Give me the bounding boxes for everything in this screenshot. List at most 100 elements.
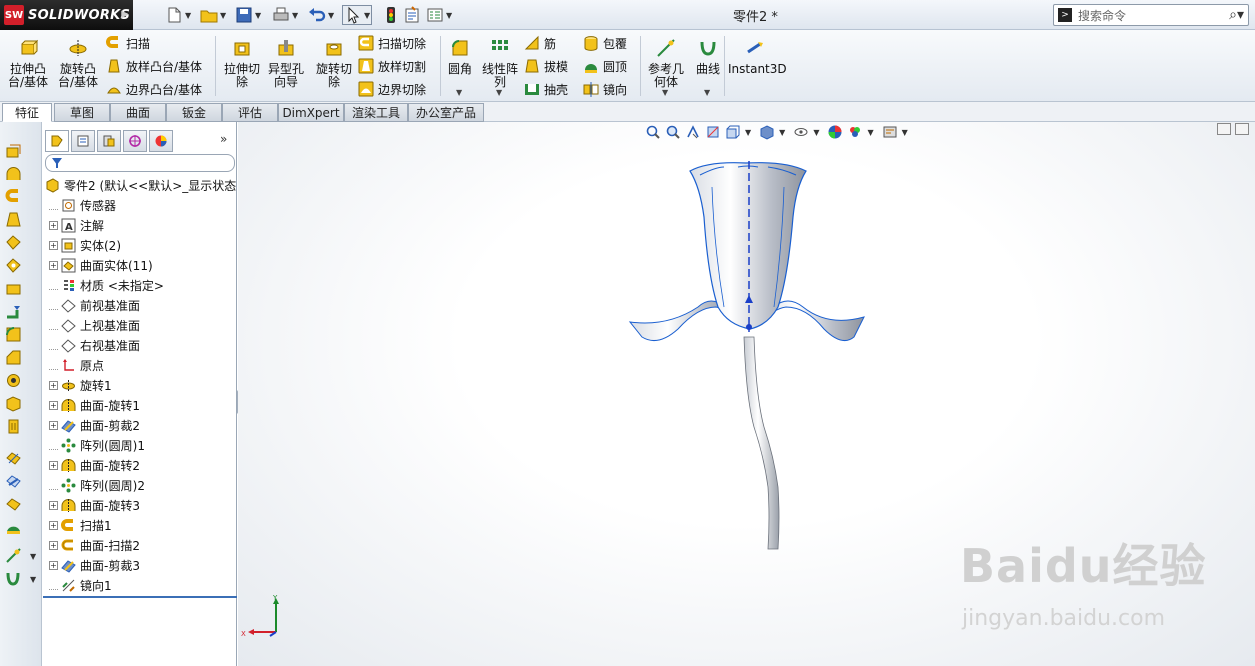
swept-cut-button[interactable]: 扫描切除 xyxy=(358,33,426,53)
options-button[interactable]: ▼ xyxy=(426,5,452,25)
save-button[interactable]: ▼ xyxy=(235,5,261,25)
restore-viewport-icon[interactable] xyxy=(1217,123,1231,135)
rebuild-button[interactable] xyxy=(382,5,400,25)
chamfer-icon[interactable] xyxy=(5,349,22,366)
hole-icon[interactable] xyxy=(5,372,22,389)
revolve-cut-icon[interactable] xyxy=(5,280,22,297)
feature-tree-filter-input[interactable] xyxy=(45,154,235,172)
linear-pattern-button[interactable]: 线性阵 列 xyxy=(476,38,524,89)
hide-show-items-icon[interactable] xyxy=(793,124,809,140)
view-orientation-icon[interactable] xyxy=(725,124,741,140)
tree-item[interactable]: 阵列(圆周)1 xyxy=(49,435,145,455)
configurationmanager-tab[interactable] xyxy=(97,130,121,152)
tree-item[interactable]: + 曲面-扫描2 xyxy=(49,535,140,555)
expand-toggle-icon[interactable]: + xyxy=(49,520,58,530)
new-button[interactable]: ▼ xyxy=(165,5,191,25)
fillet-dropdown-icon[interactable]: ▼ xyxy=(456,88,462,97)
maximize-viewport-icon[interactable] xyxy=(1235,123,1249,135)
draft-button[interactable]: 拔模 xyxy=(524,56,568,76)
magnifier-icon[interactable]: ⌕▾ xyxy=(1229,7,1244,23)
swept-cut-icon[interactable] xyxy=(5,303,22,320)
fillet-icon[interactable] xyxy=(5,326,22,343)
apply-scene-icon[interactable] xyxy=(847,124,863,140)
boundary-cut-button[interactable]: 边界切除 xyxy=(358,79,426,99)
display-manager-tab[interactable] xyxy=(149,130,173,152)
boundary-boss-button[interactable]: 边界凸台/基体 xyxy=(106,79,202,99)
print-button[interactable]: ▼ xyxy=(272,5,298,25)
open-button[interactable]: ▼ xyxy=(200,5,226,25)
loft-boss-icon[interactable] xyxy=(5,211,22,228)
instant3d-button[interactable]: Instant3D xyxy=(728,38,787,76)
tree-item[interactable]: 传感器 xyxy=(49,195,116,215)
search-commands-input[interactable]: > 搜索命令 ⌕▾ xyxy=(1053,4,1249,26)
expand-toggle-icon[interactable]: + xyxy=(49,400,58,410)
tree-item[interactable]: 上视基准面 xyxy=(49,315,140,335)
lofted-cut-button[interactable]: 放样切割 xyxy=(358,56,426,76)
expand-panel-icon[interactable]: » xyxy=(220,132,227,146)
expand-toggle-icon[interactable]: + xyxy=(49,560,58,570)
shell-button[interactable]: 抽壳 xyxy=(524,79,568,99)
view-settings-icon[interactable] xyxy=(882,124,898,140)
zoom-to-fit-icon[interactable] xyxy=(645,124,661,140)
reference-geometry-button[interactable]: 参考几 何体 xyxy=(642,38,690,89)
sweep-button[interactable]: 扫描 xyxy=(106,33,150,53)
curves-dropdown-icon[interactable]: ▼ xyxy=(704,88,710,97)
expand-toggle-icon[interactable]: + xyxy=(49,380,58,390)
reference-geometry-dropdown-icon[interactable]: ▼ xyxy=(30,552,36,561)
curves-icon[interactable] xyxy=(5,570,22,587)
hole-wizard-button[interactable]: 异型孔 向导 xyxy=(262,38,310,89)
tree-item[interactable]: + 旋转1 xyxy=(49,375,112,395)
tree-item[interactable]: + 曲面-旋转1 xyxy=(49,395,140,415)
tree-item[interactable]: 右视基准面 xyxy=(49,335,140,355)
extrude-boss-icon[interactable] xyxy=(5,142,22,159)
tree-item[interactable]: + 扫描1 xyxy=(49,515,112,535)
tree-item[interactable]: + 曲面实体(11) xyxy=(49,255,153,275)
mirror-button[interactable]: 镜向 xyxy=(583,79,627,99)
rib-button[interactable]: 筋 xyxy=(524,33,556,53)
propertymanager-tab[interactable] xyxy=(71,130,95,152)
featuremanager-tab[interactable] xyxy=(45,130,69,152)
graphics-area[interactable]: ▼ ▼ ▼ ▼ ▼ Y X Baidu经验 jingyan.baidu.com xyxy=(238,122,1255,666)
extrude-cut-button[interactable]: 拉伸切 除 xyxy=(218,38,266,89)
dome-icon[interactable] xyxy=(5,519,22,536)
tab-dimxpert[interactable]: DimXpert xyxy=(278,103,344,122)
mirror-icon[interactable] xyxy=(5,496,22,513)
loft-boss-button[interactable]: 放样凸台/基体 xyxy=(106,56,202,76)
boundary-boss-icon[interactable] xyxy=(5,234,22,251)
expand-toggle-icon[interactable]: + xyxy=(49,240,58,250)
tab-features[interactable]: 特征 xyxy=(2,103,52,122)
shell-icon[interactable] xyxy=(5,395,22,412)
menu-arrow-icon[interactable]: ▶ xyxy=(121,9,129,20)
curves-dropdown-icon[interactable]: ▼ xyxy=(30,575,36,584)
tree-item[interactable]: + 曲面-剪裁2 xyxy=(49,415,140,435)
tree-root-part[interactable]: 零件2 (默认<<默认>_显示状态 xyxy=(45,175,236,195)
circular-pattern-icon[interactable] xyxy=(5,473,22,490)
flower-3d-model[interactable] xyxy=(628,157,873,557)
expand-toggle-icon[interactable]: + xyxy=(49,460,58,470)
expand-toggle-icon[interactable]: + xyxy=(49,540,58,550)
section-view-icon[interactable] xyxy=(705,124,721,140)
tree-item[interactable]: 材质 <未指定> xyxy=(49,275,164,295)
tab-sheet-metal[interactable]: 钣金 xyxy=(166,103,222,122)
tree-item[interactable]: + 曲面-旋转3 xyxy=(49,495,140,515)
expand-toggle-icon[interactable]: + xyxy=(49,420,58,430)
solidworks-menu-button[interactable]: SW SOLIDWORKS ▶ xyxy=(0,0,133,30)
extrude-boss-button[interactable]: 拉伸凸 台/基体 xyxy=(4,38,52,89)
tree-item[interactable]: 阵列(圆周)2 xyxy=(49,475,145,495)
revolve-boss-icon[interactable] xyxy=(5,165,22,182)
dome-button[interactable]: 圆顶 xyxy=(583,56,627,76)
tree-item[interactable]: 镜向1 xyxy=(49,575,112,595)
pattern-dropdown-icon[interactable]: ▼ xyxy=(496,88,502,97)
tab-surfaces[interactable]: 曲面 xyxy=(110,103,166,122)
previous-view-icon[interactable] xyxy=(685,124,701,140)
expand-toggle-icon[interactable]: + xyxy=(49,500,58,510)
reference-geometry-dropdown-icon[interactable]: ▼ xyxy=(662,88,668,97)
draft-icon[interactable] xyxy=(5,418,22,435)
display-style-icon[interactable] xyxy=(759,124,775,140)
tab-render-tools[interactable]: 渲染工具 xyxy=(344,103,408,122)
revolve-boss-button[interactable]: 旋转凸 台/基体 xyxy=(54,38,102,89)
reference-geometry-icon[interactable] xyxy=(5,547,22,564)
tab-office-products[interactable]: 办公室产品 xyxy=(408,103,484,122)
tree-item[interactable]: + 曲面-旋转2 xyxy=(49,455,140,475)
tree-item[interactable]: 原点 xyxy=(49,355,104,375)
